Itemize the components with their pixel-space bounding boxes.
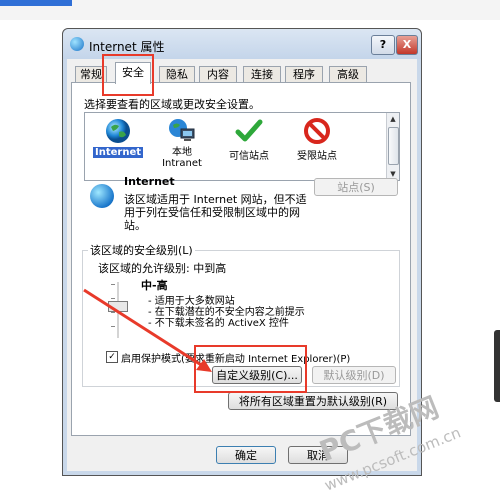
side-edge	[494, 330, 500, 402]
tab-security[interactable]: 安全	[115, 62, 151, 84]
